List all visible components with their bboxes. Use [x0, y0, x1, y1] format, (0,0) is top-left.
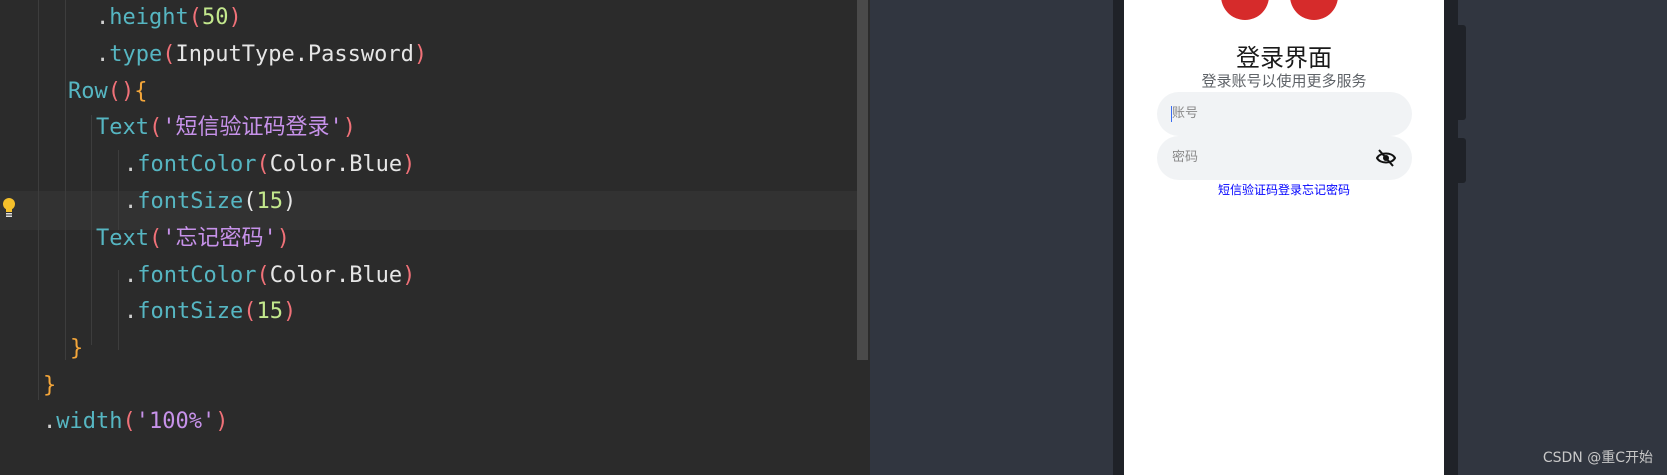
code-token: }: [43, 373, 57, 398]
logo-right: [1290, 0, 1338, 20]
code-token: fontColor: [137, 152, 257, 177]
page-title: 登录界面: [1236, 44, 1332, 72]
code-token: (: [188, 5, 202, 30]
code-line[interactable]: Row(){: [68, 72, 148, 111]
password-placeholder: 密码: [1172, 150, 1199, 165]
code-token: fontColor: [137, 263, 257, 288]
code-token: '忘记密码': [162, 226, 277, 251]
indent-guide: [91, 115, 92, 345]
code-token: (: [122, 409, 136, 434]
code-token: {: [134, 79, 148, 104]
code-token: height: [109, 5, 189, 30]
code-token: (): [107, 79, 135, 104]
code-token: Color.Blue: [269, 263, 403, 288]
lightbulb-icon[interactable]: [2, 197, 16, 221]
indent-guide: [38, 0, 39, 400]
code-token: }: [70, 336, 84, 361]
code-token: (: [243, 189, 257, 214]
device-side-button: [1458, 25, 1466, 120]
code-editor[interactable]: .height(50) .type(InputType.Password) Row(…: [0, 0, 870, 475]
code-token: Text: [96, 115, 149, 140]
code-token: 15: [256, 189, 283, 214]
code-line[interactable]: Text('短信验证码登录'): [96, 108, 356, 147]
code-line[interactable]: .fontSize(15): [124, 292, 296, 331]
password-field[interactable]: 密码: [1157, 136, 1412, 180]
eye-off-icon[interactable]: [1376, 149, 1396, 167]
code-token: .: [96, 5, 110, 30]
code-token: .: [124, 263, 138, 288]
code-token: .: [124, 189, 138, 214]
code-line[interactable]: }: [70, 329, 83, 368]
code-token: InputType.Password: [175, 42, 414, 67]
device-screen: 登录界面 登录账号以使用更多服务 账号 密码 短信验证码登录忘记密码: [1124, 0, 1444, 475]
code-token: type: [109, 42, 163, 67]
code-token: ): [402, 152, 416, 177]
link-row: 短信验证码登录忘记密码: [1124, 181, 1444, 198]
code-line[interactable]: .type(InputType.Password): [96, 35, 427, 74]
code-token: fontSize: [137, 299, 244, 324]
code-token: (: [256, 152, 270, 177]
code-token: ): [282, 189, 297, 214]
editor-gutter[interactable]: [0, 0, 30, 475]
code-token: ): [276, 226, 290, 251]
code-token: '短信验证码登录': [162, 115, 343, 140]
indent-guide: [65, 0, 66, 360]
code-token: 50: [201, 5, 229, 30]
code-token: fontSize: [137, 189, 244, 214]
editor-scrollbar[interactable]: [857, 0, 868, 360]
code-token: (: [148, 115, 163, 140]
watermark: CSDN @重C开始: [1542, 450, 1653, 466]
code-token: Color.Blue: [269, 152, 403, 177]
account-field[interactable]: 账号: [1157, 92, 1412, 136]
code-token: 15: [256, 299, 283, 324]
code-token: (: [148, 226, 163, 251]
page-subtitle: 登录账号以使用更多服务: [1201, 72, 1367, 90]
code-token: Text: [96, 226, 149, 251]
code-token: ): [228, 5, 242, 30]
sms-login-link[interactable]: 短信验证码登录: [1218, 183, 1302, 197]
code-token: .: [124, 299, 138, 324]
code-token: ): [342, 115, 356, 140]
code-token: ): [402, 263, 416, 288]
code-line[interactable]: }: [43, 366, 56, 405]
code-token: (: [256, 263, 270, 288]
code-line[interactable]: Text('忘记密码'): [96, 219, 290, 258]
forgot-password-link[interactable]: 忘记密码: [1302, 183, 1350, 197]
indent-guide: [118, 270, 119, 350]
device-side-button: [1458, 138, 1466, 183]
code-token: Row: [68, 79, 108, 104]
code-line[interactable]: .height(50): [96, 0, 242, 37]
code-token: '100%': [135, 409, 216, 434]
code-token: (: [243, 299, 257, 324]
code-token: width: [56, 409, 123, 434]
code-token: (: [162, 42, 176, 67]
code-line[interactable]: .width('100%'): [43, 402, 228, 441]
code-token: ): [215, 409, 229, 434]
code-token: .: [96, 42, 110, 67]
logo-left: [1221, 0, 1269, 20]
code-token: ): [413, 42, 428, 67]
account-placeholder: 账号: [1172, 106, 1199, 121]
code-line[interactable]: .fontColor(Color.Blue): [124, 256, 415, 295]
code-line[interactable]: .fontColor(Color.Blue): [124, 145, 415, 184]
code-token: .: [43, 409, 57, 434]
indent-guide: [118, 150, 119, 230]
code-token: .: [124, 152, 138, 177]
code-token: ): [282, 299, 297, 324]
code-line[interactable]: .fontSize(15): [124, 182, 296, 221]
